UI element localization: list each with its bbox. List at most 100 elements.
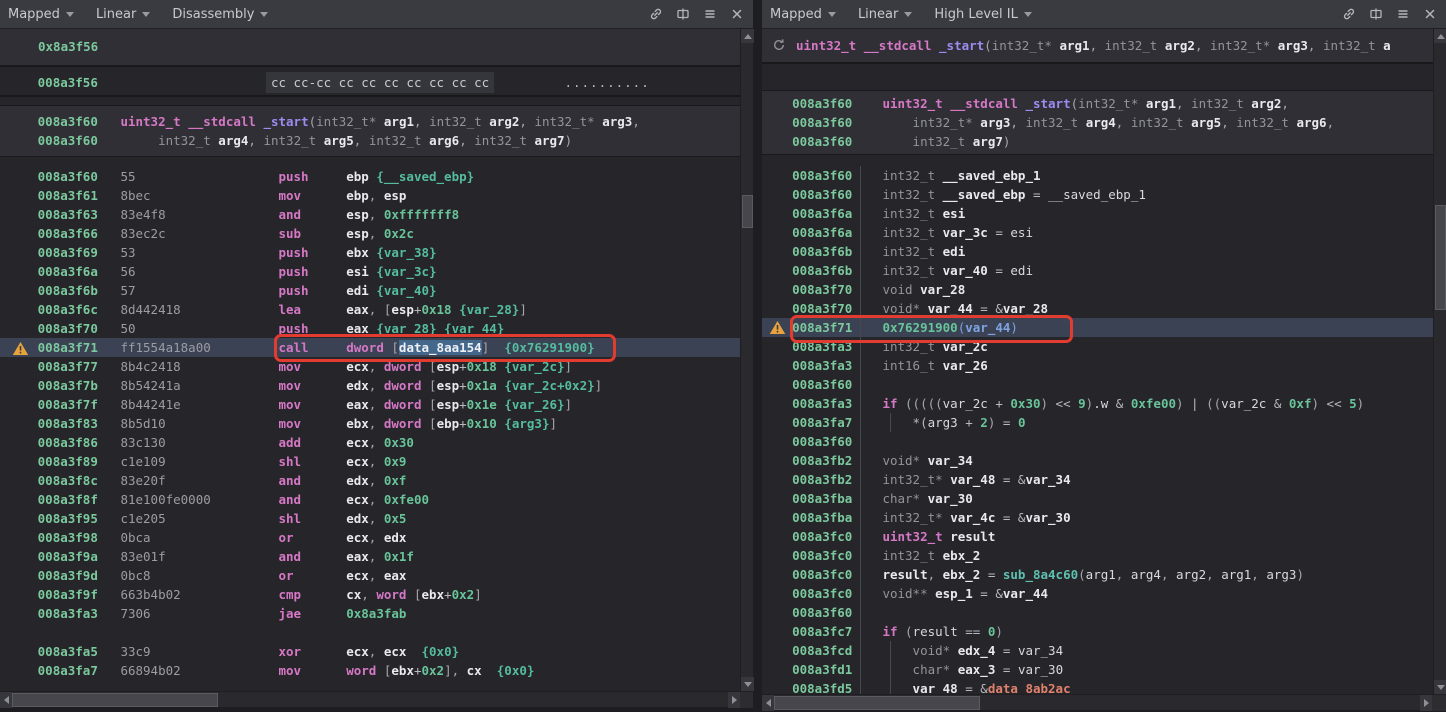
hlil-row[interactable]: 008a3fc0 int32_t ebx_2	[762, 546, 1433, 565]
horizontal-scrollbar[interactable]	[762, 694, 1446, 710]
scroll-down-button[interactable]	[1434, 680, 1446, 694]
hlil-row[interactable]: 008a3f60 int32_t __saved_ebp = __saved_e…	[762, 185, 1433, 204]
split-view-icon[interactable]	[675, 6, 691, 22]
asm-row[interactable]: 008a3f9f 663b4b02 cmp cx, word [ebx+0x2]	[0, 585, 740, 604]
link-icon[interactable]	[1341, 6, 1357, 22]
hlil-row[interactable]: 008a3fb2 int32_t* var_48 = &var_34	[762, 470, 1433, 489]
menu-label: Disassembly	[172, 7, 254, 22]
disassembly-rows: 008a3f60 55 push ebp {__saved_ebp} 008a3…	[0, 167, 740, 680]
asm-row[interactable]: 008a3f83 8b5d10 mov ebx, dword [ebp+0x10…	[0, 414, 740, 433]
caret-down-icon	[1024, 12, 1032, 17]
sticky-function-header[interactable]: uint32_t __stdcall _start(int32_t* arg1,…	[762, 29, 1433, 64]
close-icon[interactable]	[729, 6, 745, 22]
asm-row[interactable]: 008a3f60 55 push ebp {__saved_ebp}	[0, 167, 740, 186]
asm-row[interactable]: 008a3f66 83ec2c sub esp, 0x2c	[0, 224, 740, 243]
hlil-row[interactable]: 008a3f6b int32_t edi	[762, 242, 1433, 261]
function-signature-block: 008a3f60 uint32_t __stdcall _start(int32…	[762, 90, 1433, 155]
horizontal-scrollbar[interactable]	[0, 691, 753, 707]
vertical-scrollbar[interactable]	[740, 29, 753, 691]
hex-row[interactable]: 008a3f56 cc cc-cc cc cc cc cc cc cc cc .…	[0, 71, 740, 95]
scroll-up-button[interactable]	[741, 29, 754, 43]
asm-row[interactable]: 008a3f9a 83e01f and eax, 0x1f	[0, 547, 740, 566]
asm-row[interactable]: 008a3fa5 33c9 xor ecx, ecx {0x0}	[0, 642, 740, 661]
asm-row[interactable]: 008a3f98 0bca or ecx, edx	[0, 528, 740, 547]
asm-row[interactable]: 008a3f63 83e4f8 and esp, 0xfffffff8	[0, 205, 740, 224]
hlil-row[interactable]: 008a3f60	[762, 432, 1433, 451]
horizontal-scroll-thumb[interactable]	[774, 696, 980, 710]
split-view-icon[interactable]	[1368, 6, 1384, 22]
hlil-row[interactable]: 008a3fc0 result, ebx_2 = sub_8a4c60(arg1…	[762, 565, 1433, 584]
asm-row[interactable]: 008a3f7b 8b54241a mov edx, dword [esp+0x…	[0, 376, 740, 395]
vertical-scrollbar[interactable]	[1433, 29, 1446, 694]
asm-row[interactable]: 008a3f6a 56 push esi {var_3c}	[0, 262, 740, 281]
disassembly-pane: Mapped Linear Disassembly 0x8a3f56 008a3f5…	[0, 0, 753, 712]
menu-disassembly[interactable]: Disassembly	[172, 7, 268, 22]
menu-label: High Level IL	[934, 7, 1018, 22]
hlil-row[interactable]: 008a3fcd void* edx_4 = var_34	[762, 641, 1433, 660]
hlil-row[interactable]: 008a3fc0 void** esp_1 = &var_44	[762, 584, 1433, 603]
asm-row[interactable]: 008a3f6c 8d442418 lea eax, [esp+0x18 {va…	[0, 300, 740, 319]
horizontal-scroll-thumb[interactable]	[12, 693, 218, 707]
refresh-icon[interactable]	[771, 37, 787, 53]
hlil-row[interactable]: 008a3f6b int32_t var_40 = edi	[762, 261, 1433, 280]
link-icon[interactable]	[648, 6, 664, 22]
scroll-right-button[interactable]	[1420, 695, 1432, 711]
hlil-row[interactable]: 008a3f6a int32_t esi	[762, 204, 1433, 223]
vertical-scroll-thumb[interactable]	[742, 195, 753, 228]
hlil-row[interactable]: 008a3fb2 void* var_34	[762, 451, 1433, 470]
asm-row[interactable]: 008a3f86 83c130 add ecx, 0x30	[0, 433, 740, 452]
signature-row[interactable]: 008a3f60 int32_t arg7)	[762, 132, 1433, 151]
toolbar-icons	[1341, 6, 1438, 22]
scroll-up-button[interactable]	[1434, 29, 1446, 43]
signature-row[interactable]: 008a3f60 uint32_t __stdcall _start(int32…	[0, 112, 740, 131]
signature-row[interactable]: 008a3f60 int32_t* arg3, int32_t arg4, in…	[762, 113, 1433, 132]
hlil-row[interactable]: 008a3f60	[762, 603, 1433, 622]
asm-row[interactable]: 008a3f8c 83e20f and edx, 0xf	[0, 471, 740, 490]
menu-linear[interactable]: Linear	[858, 7, 912, 22]
asm-row[interactable]	[0, 623, 740, 642]
call-highlight-box	[790, 315, 1073, 343]
signature-row[interactable]: 008a3f60 uint32_t __stdcall _start(int32…	[762, 94, 1433, 113]
asm-row[interactable]: 008a3f61 8bec mov ebp, esp	[0, 186, 740, 205]
asm-row[interactable]: 008a3f89 c1e109 shl ecx, 0x9	[0, 452, 740, 471]
menu-mapped[interactable]: Mapped	[770, 7, 836, 22]
menu-high-level-il[interactable]: High Level IL	[934, 7, 1032, 22]
menu-icon[interactable]	[702, 6, 718, 22]
menu-icon[interactable]	[1395, 6, 1411, 22]
hlil-row[interactable]: 008a3fba int32_t* var_4c = &var_30	[762, 508, 1433, 527]
asm-row[interactable]: 008a3f7f 8b44241e mov eax, dword [esp+0x…	[0, 395, 740, 414]
asm-row[interactable]: 008a3f8f 81e100fe0000 and ecx, 0xfe00	[0, 490, 740, 509]
warning-icon	[769, 320, 786, 335]
hlil-row[interactable]: 008a3fa3 int16_t var_26	[762, 356, 1433, 375]
asm-row[interactable]: 008a3fa7 66894b02 mov word [ebx+0x2], cx…	[0, 661, 740, 680]
hlil-row[interactable]: 008a3fa3 if (((((var_2c + 0x30) << 9).w …	[762, 394, 1433, 413]
hlil-row[interactable]: 008a3fba char* var_30	[762, 489, 1433, 508]
asm-row[interactable]: 008a3f95 c1e205 shl edx, 0x5	[0, 509, 740, 528]
hlil-row[interactable]: 008a3fc0 uint32_t result	[762, 527, 1433, 546]
scroll-left-button[interactable]	[0, 692, 12, 708]
scroll-down-button[interactable]	[741, 677, 754, 691]
indent-guide	[860, 166, 861, 694]
asm-row[interactable]: 008a3f6b 57 push edi {var_40}	[0, 281, 740, 300]
hlil-pane: Mapped Linear High Level IL uint32_t __std…	[762, 0, 1446, 712]
hlil-row[interactable]: 008a3f60	[762, 375, 1433, 394]
scroll-right-button[interactable]	[728, 692, 740, 708]
close-icon[interactable]	[1422, 6, 1438, 22]
menu-linear[interactable]: Linear	[96, 7, 150, 22]
hlil-row[interactable]: 008a3f70 void var_28	[762, 280, 1433, 299]
hlil-row[interactable]: 008a3fd5 var_48 = &data_8ab2ac	[762, 679, 1433, 694]
asm-row[interactable]: 008a3f69 53 push ebx {var_38}	[0, 243, 740, 262]
signature-row[interactable]: 008a3f60 int32_t arg4, int32_t arg5, int…	[0, 131, 740, 150]
scroll-left-button[interactable]	[762, 695, 774, 711]
menu-mapped[interactable]: Mapped	[8, 7, 74, 22]
section-header[interactable]: 0x8a3f56	[0, 29, 740, 67]
vertical-scroll-thumb[interactable]	[1435, 205, 1446, 310]
hlil-row[interactable]: 008a3fd1 char* eax_3 = var_30	[762, 660, 1433, 679]
asm-row[interactable]: 008a3f9d 0bc8 or ecx, eax	[0, 566, 740, 585]
hlil-row[interactable]: 008a3fc7 if (result == 0)	[762, 622, 1433, 641]
asm-row[interactable]: 008a3fa3 7306 jae 0x8a3fab	[0, 604, 740, 623]
hlil-row[interactable]: 008a3fa7 *(arg3 + 2) = 0	[762, 413, 1433, 432]
hlil-row[interactable]: 008a3f60 int32_t __saved_ebp_1	[762, 166, 1433, 185]
hlil-row[interactable]: 008a3f6a int32_t var_3c = esi	[762, 223, 1433, 242]
sticky-signature-row[interactable]: uint32_t __stdcall _start(int32_t* arg1,…	[762, 29, 1433, 62]
